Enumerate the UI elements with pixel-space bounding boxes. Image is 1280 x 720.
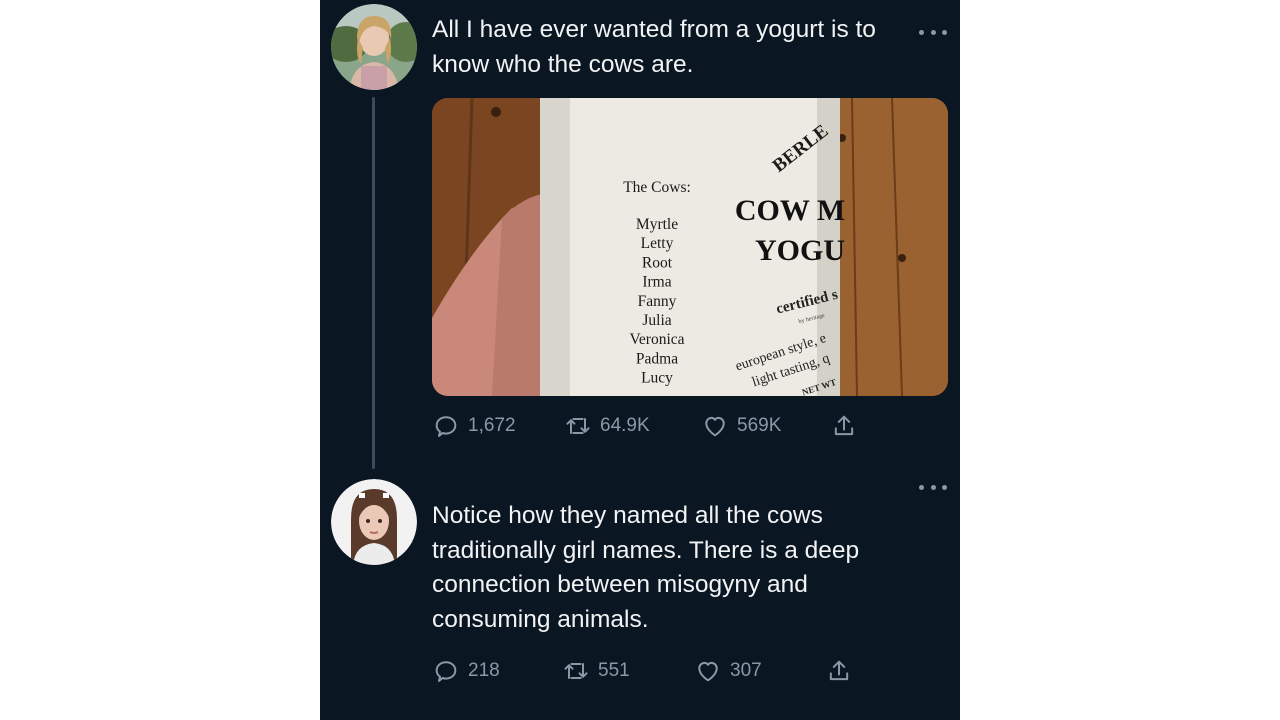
retweet-arrows-icon	[564, 663, 588, 679]
like-count: 307	[730, 660, 762, 681]
heart-icon	[705, 416, 725, 437]
reply-button[interactable]: 1,672	[432, 410, 516, 442]
retweet-arrows-icon	[566, 418, 590, 434]
retweet-button[interactable]: 551	[562, 655, 630, 687]
share-upload-icon	[834, 415, 854, 436]
avatar-photo	[331, 479, 417, 565]
product-name-line1: COW M	[735, 194, 845, 227]
like-button[interactable]: 569K	[701, 410, 781, 442]
tweet-text: All I have ever wanted from a yogurt is …	[432, 16, 876, 78]
cow-name: Fanny	[638, 293, 677, 310]
like-button[interactable]: 307	[694, 655, 762, 687]
reply-button[interactable]: 218	[432, 655, 500, 687]
avatar[interactable]	[331, 479, 417, 565]
more-options-button[interactable]	[919, 482, 947, 492]
yogurt-photo: The Cows: Myrtle Letty Root Irma Fanny Julia V…	[432, 98, 948, 396]
retweet-count: 64.9K	[600, 415, 650, 436]
tweet-image[interactable]: The Cows: Myrtle Letty Root Irma Fanny Julia V…	[432, 98, 948, 396]
cow-name: Irma	[642, 274, 671, 291]
cow-name: Myrtle	[636, 216, 678, 233]
ellipsis-icon	[919, 484, 924, 490]
speech-bubble-icon	[435, 661, 457, 682]
cow-name: Julia	[642, 312, 671, 329]
cow-name: Padma	[636, 350, 678, 367]
share-button[interactable]	[825, 655, 861, 687]
more-options-button[interactable]	[919, 27, 947, 37]
reply-count: 218	[468, 660, 500, 681]
tweet-thread-panel: All I have ever wanted from a yogurt is …	[320, 0, 960, 720]
cow-name: Root	[642, 254, 673, 271]
cow-name: Letty	[641, 235, 674, 252]
cow-name: Lucy	[641, 370, 673, 387]
thread-connector-line	[372, 97, 375, 469]
share-button[interactable]	[830, 410, 866, 442]
tweet-actions: 218 551 307	[432, 655, 872, 687]
avatar-photo	[331, 4, 417, 90]
speech-bubble-icon	[435, 416, 457, 437]
avatar[interactable]	[331, 4, 417, 90]
cow-name: Veronica	[629, 331, 684, 348]
product-name-line2: YOGU	[755, 234, 845, 267]
tweet-text: Notice how they named all the cows tradi…	[432, 502, 860, 633]
retweet-button[interactable]: 64.9K	[564, 410, 650, 442]
retweet-count: 551	[598, 660, 630, 681]
share-upload-icon	[829, 660, 849, 681]
like-count: 569K	[737, 415, 782, 436]
reply-count: 1,672	[468, 415, 516, 436]
label-heading: The Cows:	[623, 179, 691, 196]
tweet-actions: 1,672 64.9K 569K	[432, 410, 872, 442]
heart-icon	[698, 661, 718, 682]
ellipsis-icon	[919, 29, 924, 35]
